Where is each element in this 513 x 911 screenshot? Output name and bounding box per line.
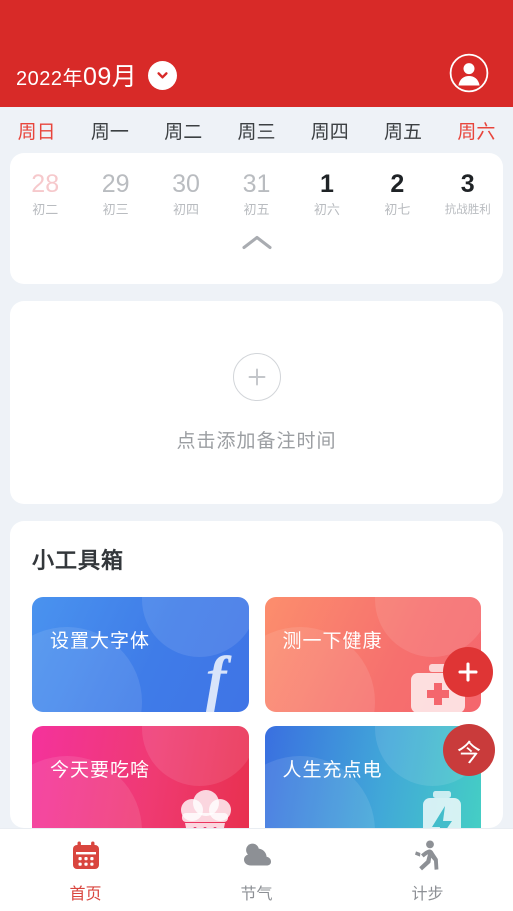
decor-blob bbox=[142, 597, 249, 657]
user-avatar-icon[interactable] bbox=[449, 53, 489, 93]
bottom-navigation: 首页 节气 计步 bbox=[0, 828, 513, 911]
running-person-icon bbox=[414, 839, 442, 873]
year-label: 2022年 bbox=[16, 68, 83, 90]
day-lunar: 初二 bbox=[32, 202, 59, 217]
weekday-fri: 周五 bbox=[384, 121, 423, 143]
toolbox-title: 小工具箱 bbox=[32, 548, 125, 573]
tool-tile-what-to-eat[interactable]: 今天要吃啥 bbox=[32, 726, 249, 828]
calendar-day-cell[interactable]: 30 初四 bbox=[151, 169, 221, 221]
month-label: 09月 bbox=[83, 63, 138, 91]
day-lunar: 初六 bbox=[313, 202, 340, 217]
day-number: 29 bbox=[101, 170, 130, 198]
day-lunar: 抗战胜利 bbox=[444, 204, 491, 216]
nav-label: 首页 bbox=[69, 886, 102, 903]
add-note-label: 点击添加备注时间 bbox=[176, 430, 337, 452]
weekday-header: 周日 周一 周二 周三 周四 周五 周六 bbox=[0, 107, 513, 153]
nav-item-home[interactable]: 首页 bbox=[0, 839, 171, 904]
day-lunar: 初七 bbox=[384, 202, 411, 217]
tool-tile-label: 测一下健康 bbox=[282, 631, 383, 652]
calendar-week-row: 28 初二 29 初三 30 初四 31 初五 1 初六 2 初七 3 抗战胜利 bbox=[10, 153, 503, 221]
calendar-icon bbox=[70, 839, 102, 873]
tool-tile-label: 设置大字体 bbox=[50, 631, 151, 652]
weekday-thu: 周四 bbox=[310, 121, 349, 143]
chevron-up-icon bbox=[240, 233, 274, 253]
calendar-day-cell[interactable]: 2 初七 bbox=[362, 169, 432, 221]
day-number: 3 bbox=[460, 170, 475, 198]
day-number: 2 bbox=[390, 170, 405, 198]
toolbox-card: 小工具箱 设置大字体 f 测一下健康 今天要吃啥 人生充点电 bbox=[10, 521, 503, 828]
cupcake-icon bbox=[173, 789, 237, 828]
tool-tile-large-font[interactable]: 设置大字体 f bbox=[32, 597, 249, 712]
decor-blob bbox=[142, 726, 249, 786]
day-lunar: 初三 bbox=[102, 202, 129, 217]
calendar-day-cell[interactable]: 1 初六 bbox=[292, 169, 362, 221]
font-f-icon: f bbox=[205, 645, 227, 712]
day-number: 31 bbox=[242, 170, 271, 198]
plus-icon bbox=[458, 662, 478, 682]
chevron-down-icon[interactable] bbox=[148, 60, 178, 90]
weekday-tue: 周二 bbox=[164, 121, 203, 143]
weekday-sat: 周六 bbox=[457, 121, 496, 143]
plus-circle-icon[interactable] bbox=[232, 352, 281, 401]
weekday-wed: 周三 bbox=[237, 121, 276, 143]
current-month-label: 2022年09月 bbox=[16, 57, 137, 93]
nav-item-step-counter[interactable]: 计步 bbox=[342, 839, 513, 904]
battery-bolt-icon bbox=[415, 789, 469, 828]
toolbox-grid: 设置大字体 f 测一下健康 今天要吃啥 人生充点电 bbox=[32, 597, 481, 828]
nav-label: 节气 bbox=[240, 886, 273, 903]
nav-item-solar-terms[interactable]: 节气 bbox=[171, 839, 342, 904]
today-fab-button[interactable]: 今 bbox=[443, 724, 495, 776]
weekday-mon: 周一 bbox=[90, 121, 129, 143]
calendar-day-cell[interactable]: 28 初二 bbox=[10, 169, 80, 221]
calendar-day-cell[interactable]: 3 抗战胜利 bbox=[433, 169, 503, 221]
calendar-day-cell[interactable]: 31 初五 bbox=[221, 169, 291, 221]
day-number: 30 bbox=[172, 170, 200, 198]
calendar-collapse-toggle[interactable] bbox=[10, 221, 503, 265]
day-lunar: 初五 bbox=[243, 202, 270, 217]
nav-label: 计步 bbox=[411, 886, 444, 903]
cloud-sun-icon bbox=[240, 839, 274, 873]
tool-tile-label: 人生充点电 bbox=[282, 760, 383, 781]
tool-tile-label: 今天要吃啥 bbox=[50, 760, 151, 781]
weekday-sun: 周日 bbox=[17, 121, 56, 143]
day-number: 28 bbox=[31, 170, 60, 198]
calendar-week-card: 28 初二 29 初三 30 初四 31 初五 1 初六 2 初七 3 抗战胜利 bbox=[10, 153, 503, 284]
month-selector[interactable]: 2022年09月 bbox=[16, 57, 178, 93]
app-root: 2022年09月 周日 周一 周二 周三 周四 周五 周六 28 初二 29 初… bbox=[0, 0, 513, 911]
add-note-card[interactable]: 点击添加备注时间 bbox=[10, 301, 503, 504]
app-header: 2022年09月 bbox=[0, 0, 513, 107]
calendar-day-cell[interactable]: 29 初三 bbox=[80, 169, 150, 221]
add-fab-button[interactable] bbox=[443, 647, 493, 697]
day-number: 1 bbox=[319, 170, 334, 198]
day-lunar: 初四 bbox=[173, 202, 200, 217]
